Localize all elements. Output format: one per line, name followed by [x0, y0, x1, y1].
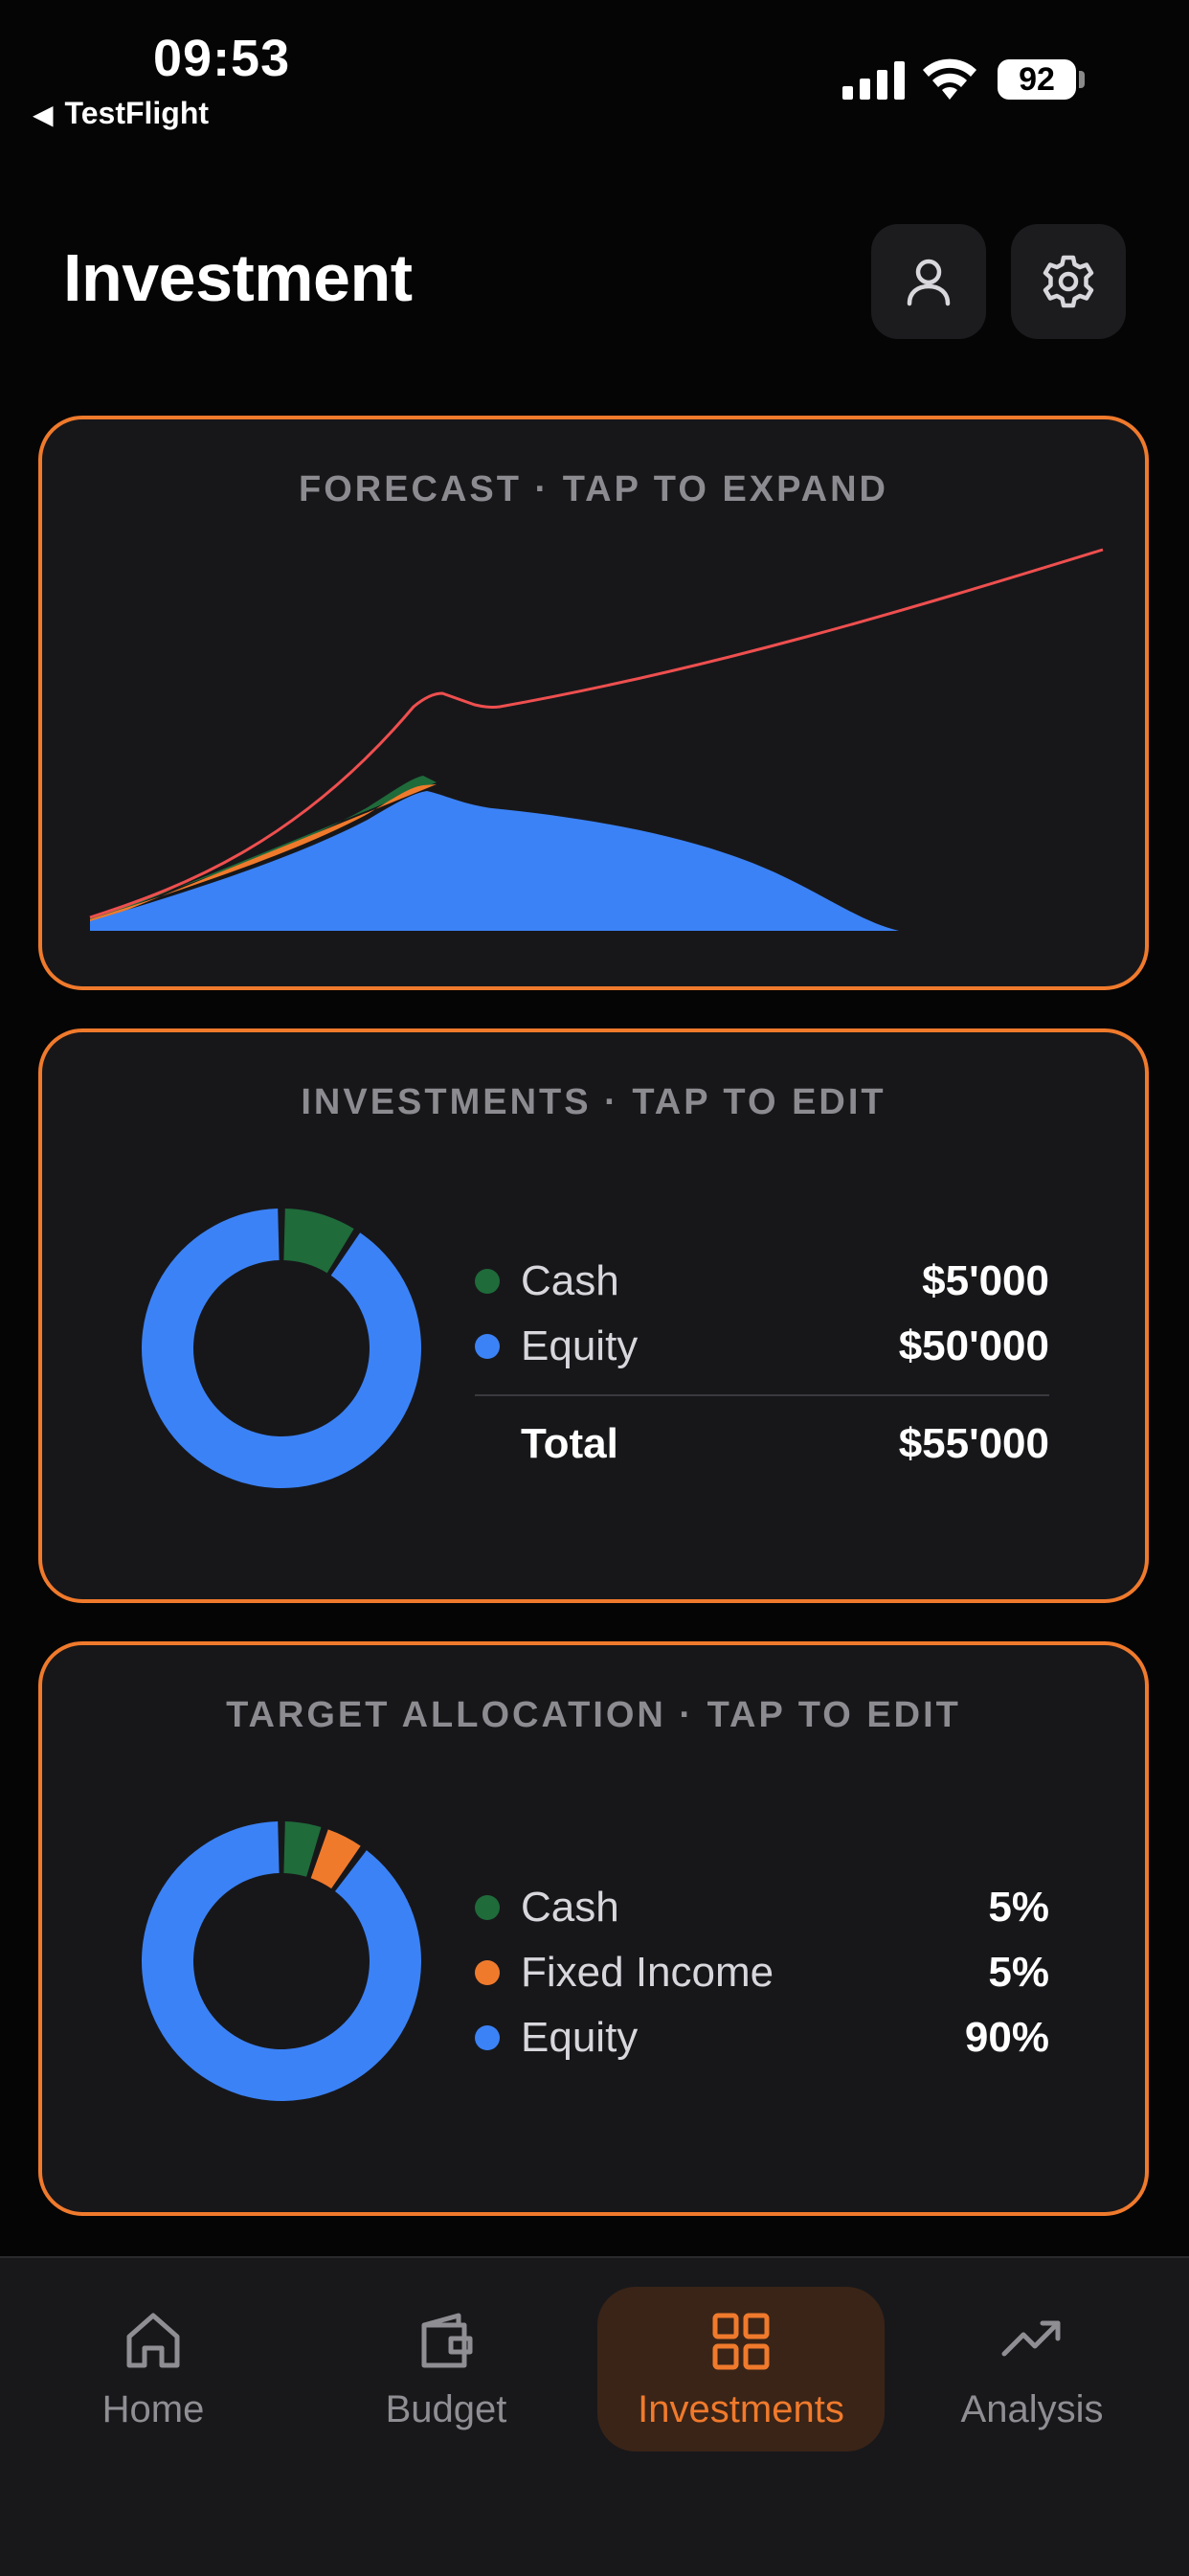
target-legend: Cash 5% Fixed Income 5% Equity 90% [475, 1875, 1049, 2070]
legend-divider [475, 1394, 1049, 1396]
trend-icon [1001, 2320, 1061, 2356]
page-title: Investment [63, 240, 413, 315]
legend-row-cash: Cash $5'000 [475, 1249, 1049, 1314]
person-icon [907, 259, 951, 306]
forecast-equity-area [90, 791, 899, 931]
status-bar: 09:53 ◀ TestFlight 92 [0, 0, 1189, 144]
wallet-icon [421, 2313, 473, 2367]
status-time: 09:53 [153, 30, 291, 87]
back-to-testflight[interactable]: ◀ TestFlight [33, 96, 209, 131]
battery-nub [1079, 71, 1085, 88]
legend-value: 90% [964, 2014, 1049, 2061]
tab-home[interactable]: Home [10, 2287, 297, 2452]
legend-label: Cash [521, 1884, 619, 1931]
legend-row-equity: Equity $50'000 [475, 1314, 1049, 1379]
legend-row-total: Total $55'000 [475, 1412, 1049, 1477]
cash-dot-icon [475, 1269, 500, 1294]
donut-slice-equity [142, 1821, 421, 2101]
target-allocation-donut-chart [142, 1821, 421, 2101]
profile-button[interactable] [871, 224, 986, 339]
tab-label: Home [101, 2387, 205, 2430]
signal-icon [842, 61, 905, 100]
total-value: $55'000 [898, 1420, 1049, 1467]
battery-indicator: 92 [998, 59, 1076, 100]
legend-label: Fixed Income [521, 1949, 774, 1996]
legend-row-cash: Cash 5% [475, 1875, 1049, 1940]
tab-analysis[interactable]: Analysis [888, 2287, 1176, 2452]
tab-label: Investments [638, 2387, 844, 2430]
legend-label: Equity [521, 2014, 639, 2061]
legend-label: Cash [521, 1257, 619, 1304]
investments-card-title: INVESTMENTS · TAP TO EDIT [301, 1082, 886, 1122]
forecast-chart [89, 548, 1104, 931]
legend-value: 5% [988, 1949, 1049, 1996]
tab-budget[interactable]: Budget [303, 2287, 590, 2452]
wifi-icon [923, 58, 976, 100]
total-label: Total [521, 1420, 618, 1467]
legend-row-equity: Equity 90% [475, 2005, 1049, 2070]
investments-card[interactable]: INVESTMENTS · TAP TO EDIT Cash $5'000 Eq… [38, 1028, 1149, 1603]
back-label: TestFlight [64, 96, 210, 130]
equity-dot-icon [475, 2025, 500, 2050]
back-arrow-icon: ◀ [33, 100, 54, 129]
legend-value: 5% [988, 1884, 1049, 1931]
investments-donut-chart [142, 1209, 421, 1488]
legend-label: Equity [521, 1322, 639, 1369]
tab-bar: Home Budget Investments Analysis [0, 2256, 1189, 2576]
tab-investments[interactable]: Investments [597, 2287, 885, 2452]
legend-value: $5'000 [922, 1257, 1049, 1304]
target-allocation-card[interactable]: TARGET ALLOCATION · TAP TO EDIT Cash 5% … [38, 1641, 1149, 2216]
home-icon [126, 2313, 180, 2367]
equity-dot-icon [475, 1334, 500, 1359]
tab-label: Budget [385, 2387, 507, 2430]
cash-dot-icon [475, 1895, 500, 1920]
investments-legend: Cash $5'000 Equity $50'000 Total $55'000 [475, 1249, 1049, 1477]
gear-icon [1043, 255, 1094, 308]
forecast-card[interactable]: FORECAST · TAP TO EXPAND [38, 416, 1149, 990]
donut-slice-equity [142, 1209, 421, 1488]
grid-icon [712, 2313, 770, 2369]
tab-label: Analysis [960, 2387, 1104, 2430]
legend-row-fixed-income: Fixed Income 5% [475, 1940, 1049, 2005]
target-card-title: TARGET ALLOCATION · TAP TO EDIT [226, 1695, 961, 1735]
legend-value: $50'000 [898, 1322, 1049, 1369]
settings-button[interactable] [1011, 224, 1126, 339]
fixed-income-dot-icon [475, 1960, 500, 1985]
